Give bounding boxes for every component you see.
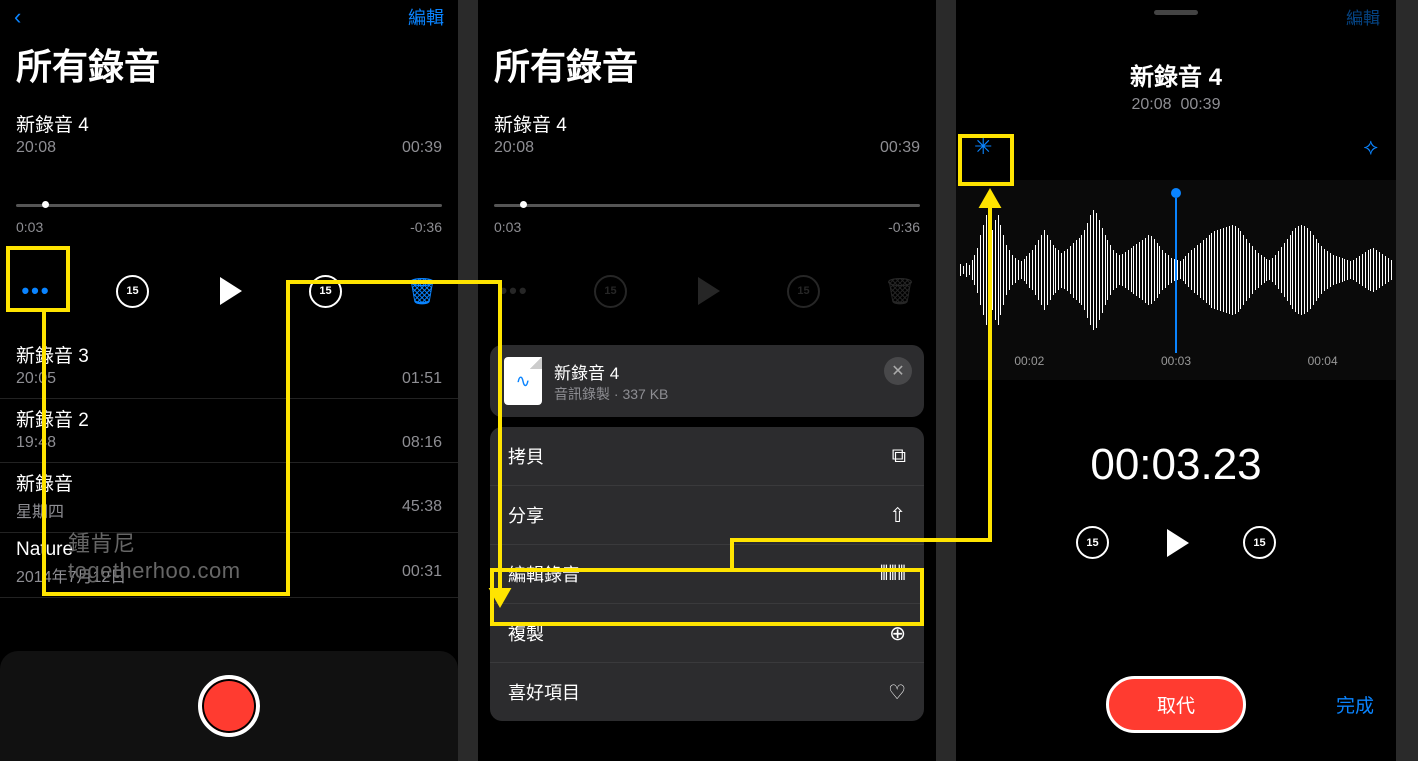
more-options-button[interactable]: ••• — [18, 273, 54, 309]
recording-duration: 08:16 — [402, 434, 442, 452]
record-toolbar — [0, 651, 458, 761]
recording-time: 星期四 — [16, 498, 64, 522]
screen-share-sheet: 所有錄音 新錄音 4 20:08 00:39 0:03 -0:36 ••• 15… — [478, 0, 936, 761]
waveform-area[interactable]: 00:02 00:03 00:04 — [956, 180, 1396, 380]
scrubber-remaining: -0:36 — [888, 219, 920, 235]
recording-time: 20:08 — [16, 139, 56, 157]
action-label: 拷貝 — [508, 443, 544, 469]
done-button[interactable]: 完成 — [1336, 691, 1374, 718]
scrubber-remaining: -0:36 — [410, 219, 442, 235]
controls: ••• 15 15 🗑 — [478, 237, 936, 335]
recording-row[interactable]: 新錄音 3 20:05 01:51 — [0, 335, 458, 399]
recording-title: 新錄音 — [16, 469, 442, 496]
skip-forward-button: 15 — [786, 273, 822, 309]
screen-edit-recording: 編輯 新錄音 4 20:08 00:39 ✳︎ ⟡ 00:02 00:03 00… — [956, 0, 1396, 761]
recording-duration: 00:39 — [880, 139, 920, 157]
screen-recordings-list: ‹ 編輯 所有錄音 新錄音 4 20:08 00:39 0:03 -0:36 •… — [0, 0, 458, 761]
edit-recording-action[interactable]: 編輯錄音 ⦀⦀⦀ — [490, 545, 924, 604]
recording-title: 新錄音 4 — [16, 110, 442, 137]
trim-icon[interactable]: ⟡ — [1363, 134, 1378, 160]
action-label: 喜好項目 — [508, 679, 580, 705]
recording-time: 20:05 — [16, 370, 56, 388]
share-action-list: 拷貝 ⧉ 分享 ⇧ 編輯錄音 ⦀⦀⦀ 複製 ⊕ 喜好項目 ♡ — [490, 427, 924, 721]
time-ticks: 00:02 00:03 00:04 — [956, 354, 1396, 368]
recording-duration: 45:38 — [402, 498, 442, 522]
favorite-action[interactable]: 喜好項目 ♡ — [490, 663, 924, 721]
playback-time: 00:03.23 — [956, 440, 1396, 490]
recording-title: 新錄音 4 — [494, 110, 920, 137]
action-label: 複製 — [508, 620, 544, 646]
navbar — [478, 0, 936, 34]
watermark: 鍾肯尼 togetherhoo.com — [68, 526, 241, 584]
recording-time: 20:08 — [494, 139, 534, 157]
audio-file-icon: ∿ — [504, 357, 542, 405]
scrubber-pos: 0:03 — [16, 219, 43, 235]
share-header: ∿ 新錄音 4 音訊錄製 · 337 KB ✕ — [490, 345, 924, 417]
play-button[interactable] — [211, 273, 247, 309]
skip-back-button: 15 — [593, 273, 629, 309]
duplicate-action[interactable]: 複製 ⊕ — [490, 604, 924, 663]
action-label: 分享 — [508, 502, 544, 528]
more-options-button: ••• — [496, 273, 532, 309]
copy-icon: ⧉ — [892, 445, 906, 468]
duplicate-icon: ⊕ — [889, 621, 906, 646]
edit-title: 新錄音 4 — [956, 57, 1396, 92]
share-file-subtitle: 音訊錄製 · 337 KB — [554, 384, 668, 404]
delete-button: 🗑 — [882, 273, 918, 309]
recording-expanded: 新錄音 4 20:08 00:39 0:03 -0:36 — [478, 104, 936, 237]
action-label: 編輯錄音 — [508, 561, 580, 587]
recording-time: 19:48 — [16, 434, 56, 452]
scrubber[interactable] — [16, 203, 442, 209]
skip-back-button[interactable]: 15 — [115, 273, 151, 309]
recording-duration: 00:31 — [402, 563, 442, 587]
share-action[interactable]: 分享 ⇧ — [490, 486, 924, 545]
scrubber[interactable] — [494, 203, 920, 209]
edit-toolbar: ✳︎ ⟡ — [956, 114, 1396, 170]
navbar: ‹ 編輯 — [0, 0, 458, 34]
enhance-icon[interactable]: ✳︎ — [974, 134, 992, 160]
page-title: 所有錄音 — [478, 34, 936, 104]
edit-subtitle: 20:08 00:39 — [956, 96, 1396, 114]
replace-button[interactable]: 取代 — [1106, 676, 1246, 733]
page-title: 所有錄音 — [0, 34, 458, 104]
record-button[interactable] — [198, 675, 260, 737]
share-sheet: ∿ 新錄音 4 音訊錄製 · 337 KB ✕ 拷貝 ⧉ 分享 ⇧ 編輯錄音 — [490, 345, 924, 721]
bottom-bar: 取代 完成 — [956, 676, 1396, 733]
playhead[interactable] — [1171, 188, 1181, 342]
edit-button[interactable]: 編輯 — [408, 4, 444, 30]
skip-back-button[interactable]: 15 — [1076, 526, 1109, 559]
back-chevron-icon[interactable]: ‹ — [14, 4, 21, 30]
waveform-icon: ⦀⦀⦀ — [880, 563, 906, 586]
close-icon[interactable]: ✕ — [884, 357, 912, 385]
recording-row[interactable]: 新錄音星期四 45:38 — [0, 463, 458, 533]
edit-button: 編輯 — [1346, 4, 1380, 29]
play-button[interactable] — [1167, 529, 1189, 557]
scrubber-pos: 0:03 — [494, 219, 521, 235]
skip-forward-button[interactable]: 15 — [308, 273, 344, 309]
share-icon: ⇧ — [889, 503, 906, 528]
recording-row[interactable]: 新錄音 2 19:48 08:16 — [0, 399, 458, 463]
delete-button[interactable]: 🗑 — [404, 273, 440, 309]
copy-action[interactable]: 拷貝 ⧉ — [490, 427, 924, 486]
play-button — [689, 273, 725, 309]
drag-handle[interactable] — [1154, 10, 1198, 15]
recording-duration: 00:39 — [402, 139, 442, 157]
heart-icon: ♡ — [888, 680, 906, 705]
recording-title: 新錄音 2 — [16, 405, 442, 432]
recording-expanded: 新錄音 4 20:08 00:39 0:03 -0:36 — [0, 104, 458, 237]
playback-controls: 15 15 — [956, 526, 1396, 559]
recording-title: 新錄音 3 — [16, 341, 442, 368]
skip-forward-button[interactable]: 15 — [1243, 526, 1276, 559]
recording-duration: 01:51 — [402, 370, 442, 388]
share-file-title: 新錄音 4 — [554, 359, 668, 384]
controls: ••• 15 15 🗑 — [0, 237, 458, 335]
